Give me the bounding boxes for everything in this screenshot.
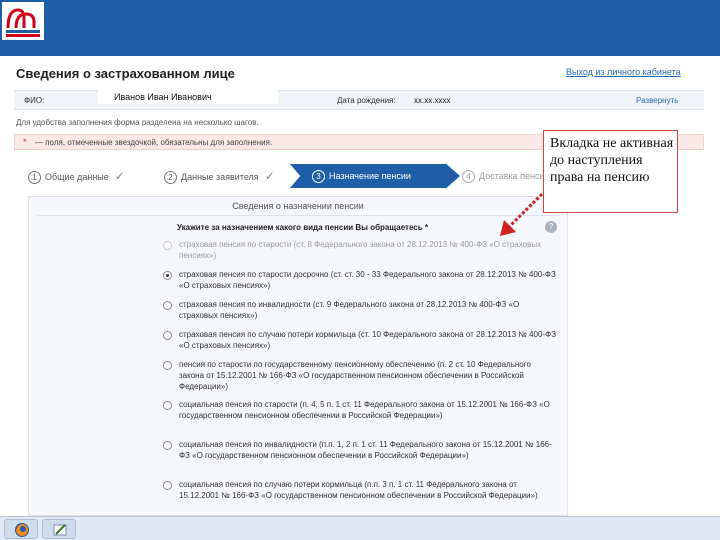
firefox-icon bbox=[15, 523, 29, 537]
option-label: страховая пенсия по инвалидности (ст. 9 … bbox=[179, 300, 520, 320]
fio-label: ФИО: bbox=[24, 96, 45, 105]
divider bbox=[37, 215, 559, 216]
annotation-callout: Вкладка не активная до наступления права… bbox=[543, 130, 678, 213]
panel-title: Сведения о назначении пенсии bbox=[232, 201, 364, 211]
required-star: * bbox=[23, 137, 27, 147]
page-title: Сведения о застрахованном лице bbox=[16, 66, 235, 81]
step-number: 4 bbox=[462, 170, 475, 183]
dob-label: Дата рождения: bbox=[337, 96, 396, 105]
annotation-arrow-icon bbox=[500, 192, 544, 236]
expand-link[interactable]: Развернуть bbox=[636, 96, 678, 105]
step-label: Данные заявителя bbox=[181, 172, 259, 182]
step-pension-assignment[interactable]: 3 Назначение пенсии bbox=[290, 164, 460, 188]
step-applicant[interactable]: 2 Данные заявителя ✓ bbox=[164, 164, 275, 188]
taskbar-firefox[interactable] bbox=[4, 519, 38, 539]
fio-value: Иванов Иван Иванович bbox=[98, 90, 278, 104]
radio-button[interactable] bbox=[163, 441, 172, 450]
pension-type-question: Укажите за назначением какого вида пенси… bbox=[177, 223, 428, 232]
radio-button[interactable] bbox=[163, 301, 172, 310]
radio-button[interactable] bbox=[163, 361, 172, 370]
option-label: социальная пенсия по случаю потери корми… bbox=[179, 480, 538, 500]
pfr-logo-icon[interactable] bbox=[2, 2, 44, 40]
step-number: 3 bbox=[312, 170, 325, 183]
logout-link[interactable]: Выход из личного кабинета bbox=[566, 67, 681, 77]
dob-value: xx.xx.xxxx bbox=[414, 96, 451, 105]
main-content: Сведения о застрахованном лице Выход из … bbox=[0, 56, 720, 516]
step-label: Общие данные bbox=[45, 172, 109, 182]
required-text: — поля, отмеченные звездочкой, обязатель… bbox=[35, 138, 273, 147]
check-icon: ✓ bbox=[114, 169, 125, 183]
option-label: социальная пенсия по старости (п. 4, 5 п… bbox=[179, 400, 550, 420]
step-number: 1 bbox=[28, 171, 41, 184]
info-text: Для удобства заполнения форма разделена … bbox=[16, 118, 259, 127]
option-label: социальная пенсия по инвалидности (п.п. … bbox=[179, 440, 552, 460]
taskbar bbox=[0, 516, 720, 540]
help-icon[interactable]: ? bbox=[545, 221, 557, 233]
person-info-row: ФИО: Иванов Иван Иванович Дата рождения:… bbox=[14, 90, 704, 110]
step-general[interactable]: 1 Общие данные ✓ bbox=[28, 164, 125, 188]
radio-button[interactable] bbox=[163, 241, 172, 250]
radio-button[interactable] bbox=[163, 331, 172, 340]
site-header bbox=[0, 0, 720, 56]
pension-info-panel: Сведения о назначении пенсии Укажите за … bbox=[28, 196, 568, 516]
step-pension-delivery[interactable]: 4 Доставка пенсии bbox=[462, 164, 550, 188]
radio-button[interactable] bbox=[163, 401, 172, 410]
option-label: страховая пенсия по случаю потери кормил… bbox=[179, 330, 557, 350]
radio-button[interactable] bbox=[163, 481, 172, 490]
step-label: Доставка пенсии bbox=[479, 171, 550, 181]
option-label: страховая пенсия по старости (ст. 8 Феде… bbox=[179, 240, 542, 260]
taskbar-app[interactable] bbox=[42, 519, 76, 539]
option-label: пенсия по старости по государственному п… bbox=[179, 360, 531, 391]
radio-button[interactable] bbox=[163, 271, 172, 280]
step-label: Назначение пенсии bbox=[329, 171, 411, 181]
step-number: 2 bbox=[164, 171, 177, 184]
check-icon: ✓ bbox=[264, 169, 275, 183]
option-label: страховая пенсия по старости досрочно (с… bbox=[179, 270, 556, 290]
pen-icon bbox=[53, 524, 67, 536]
